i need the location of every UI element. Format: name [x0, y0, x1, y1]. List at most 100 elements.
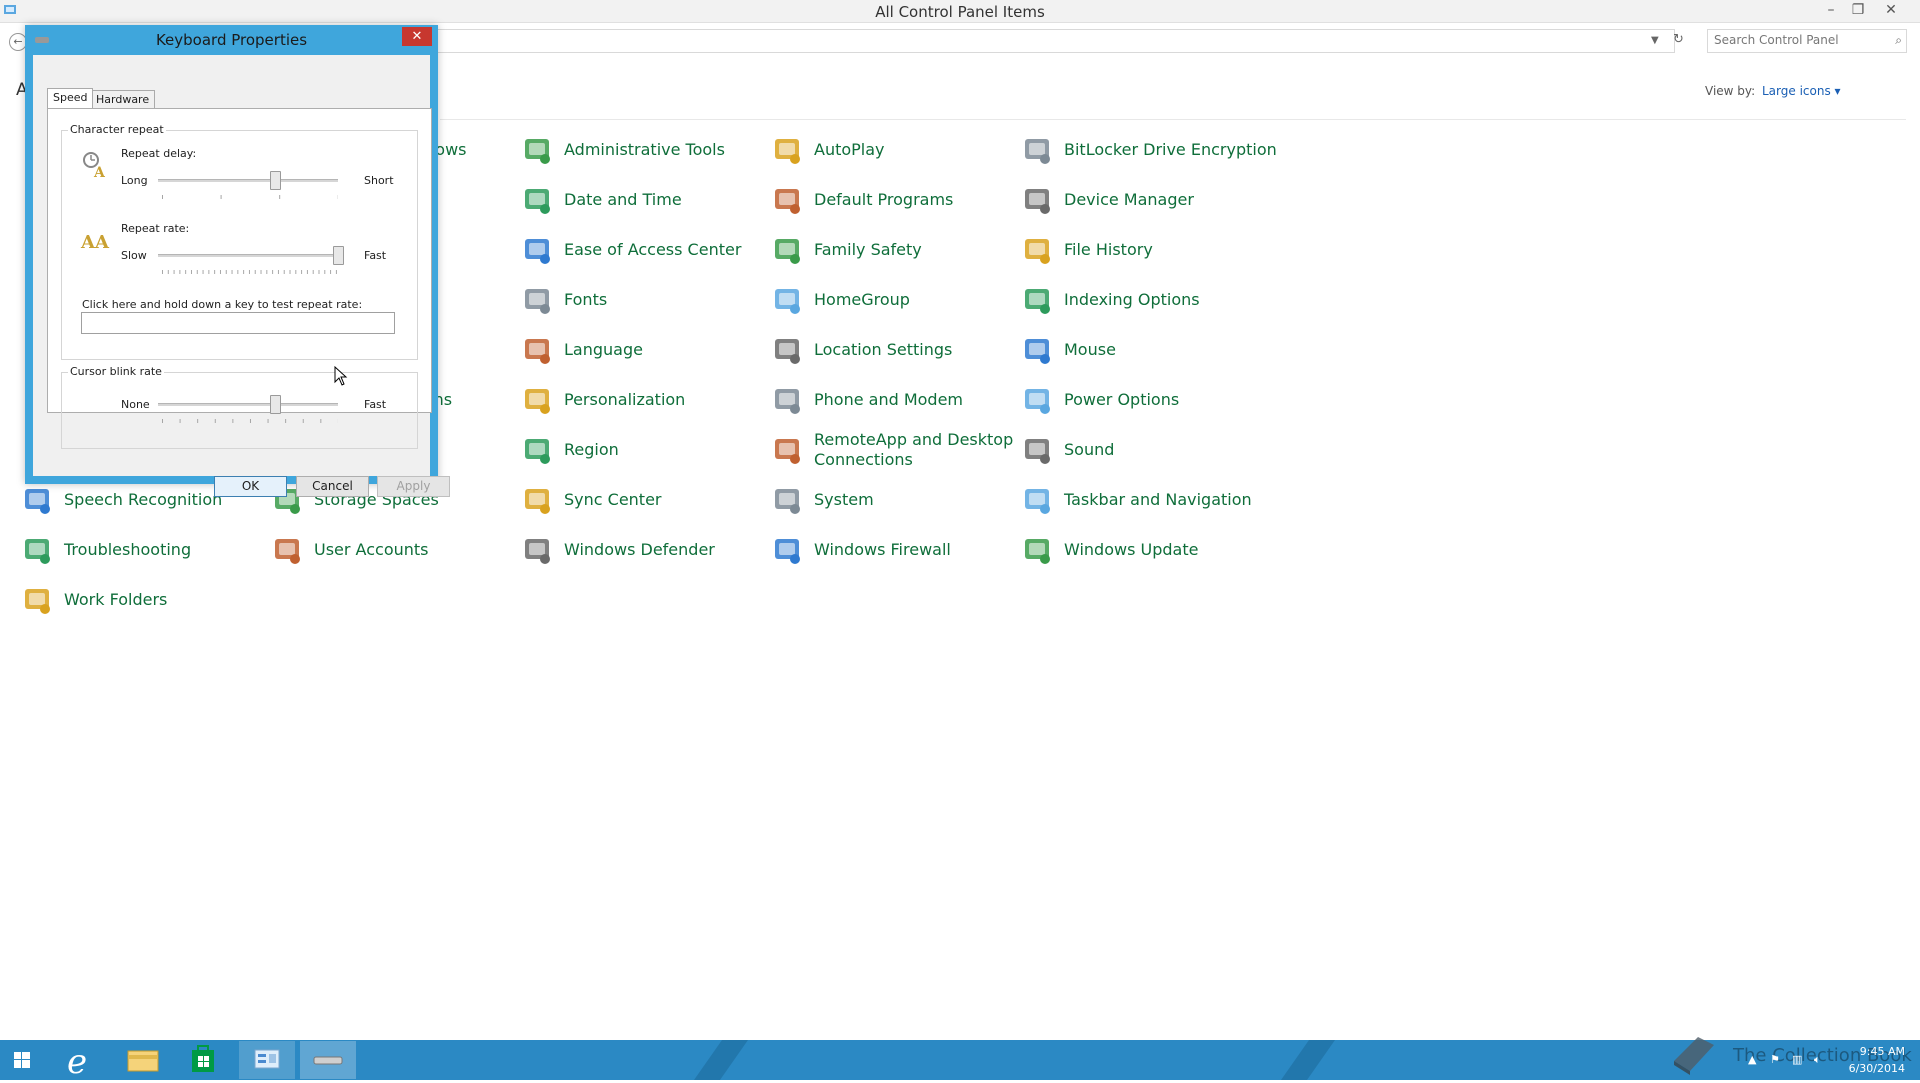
svg-text:A: A — [93, 165, 106, 180]
address-bar[interactable] — [420, 29, 1675, 53]
control-panel-item[interactable]: Administrative Tools — [520, 130, 725, 170]
search-box[interactable]: ⌕ — [1707, 29, 1907, 53]
repeat-rate-label: Repeat rate: — [121, 222, 190, 235]
restore-button[interactable]: ❐ — [1845, 0, 1871, 20]
control-panel-item[interactable]: HomeGroup — [770, 280, 910, 320]
defender-icon — [520, 533, 554, 567]
search-input[interactable] — [1714, 33, 1884, 47]
clock-date[interactable]: 6/30/2014 — [1840, 1062, 1905, 1075]
control-panel-item-label: Date and Time — [564, 190, 682, 209]
location-icon — [770, 333, 804, 367]
control-panel-item[interactable]: Personalization — [520, 380, 685, 420]
control-panel-item[interactable]: Windows Firewall — [770, 530, 951, 570]
control-panel-item[interactable]: Speech Recognition — [20, 480, 222, 520]
control-panel-item[interactable]: Location Settings — [770, 330, 952, 370]
control-panel-item[interactable]: Default Programs — [770, 180, 953, 220]
device-manager-icon — [1020, 183, 1054, 217]
refresh-icon[interactable]: ↻ — [1673, 32, 1684, 47]
minimize-button[interactable]: – — [1818, 0, 1844, 20]
repeat-delay-icon: A — [83, 152, 106, 180]
control-panel-item[interactable]: Indexing Options — [1020, 280, 1200, 320]
tab-hardware[interactable]: Hardware — [90, 90, 156, 108]
control-panel-item[interactable]: BitLocker Drive Encryption — [1020, 130, 1277, 170]
cancel-button[interactable]: Cancel — [296, 476, 369, 497]
test-repeat-input[interactable] — [81, 312, 395, 334]
repeat-rate-ticks — [162, 270, 338, 274]
control-panel-item[interactable]: Troubleshooting — [20, 530, 191, 570]
chevron-down-icon[interactable]: ▼ — [1651, 35, 1659, 46]
dialog-client-area: Speed Hardware Character repeat A Repeat… — [33, 55, 450, 497]
control-panel-item[interactable]: Windows Defender — [520, 530, 715, 570]
taskbar-stripe — [1280, 1040, 1336, 1080]
volume-icon[interactable]: 🔈︎ — [1814, 1053, 1821, 1067]
control-panel-item[interactable]: System — [770, 480, 874, 520]
taskbar: e — [0, 1040, 1920, 1082]
control-panel-item[interactable]: Windows Update — [1020, 530, 1198, 570]
system-icon — [770, 483, 804, 517]
control-panel-item-label: Speech Recognition — [64, 490, 223, 509]
repeat-delay-max-label: Short — [364, 174, 394, 187]
control-panel-item[interactable]: Mouse — [1020, 330, 1116, 370]
ease-of-access-icon — [520, 233, 554, 267]
homegroup-icon — [770, 283, 804, 317]
cursor-blink-slider[interactable] — [270, 395, 281, 414]
dialog-close-button[interactable]: ✕ — [402, 27, 432, 46]
store-icon — [192, 1045, 214, 1072]
action-center-flag-icon[interactable]: ⚑ — [1770, 1053, 1780, 1066]
control-panel-item[interactable]: File History — [1020, 230, 1153, 270]
control-panel-item[interactable]: Ease of Access Center — [520, 230, 741, 270]
default-programs-icon — [770, 183, 804, 217]
control-panel-item[interactable]: AutoPlay — [770, 130, 885, 170]
phone-modem-icon — [770, 383, 804, 417]
control-panel-item[interactable]: Date and Time — [520, 180, 682, 220]
control-panel-item[interactable]: Taskbar and Navigation — [1020, 480, 1252, 520]
keyboard-icon — [313, 1056, 343, 1065]
network-icon[interactable]: ▥ — [1792, 1053, 1802, 1066]
family-safety-icon — [770, 233, 804, 267]
control-panel-item-label: BitLocker Drive Encryption — [1064, 140, 1277, 159]
control-panel-item[interactable]: Language — [520, 330, 643, 370]
cursor-blink-max-label: Fast — [364, 398, 387, 411]
fonts-icon — [520, 283, 554, 317]
taskbar-ie-button[interactable]: e — [53, 1041, 109, 1082]
apply-button[interactable]: Apply — [377, 476, 450, 497]
bitlocker-icon — [1020, 133, 1054, 167]
repeat-rate-min-label: Slow — [121, 249, 147, 262]
control-panel-item-label: Work Folders — [64, 590, 168, 609]
control-panel-item[interactable]: Region — [520, 430, 619, 470]
taskbar-explorer-button[interactable] — [114, 1041, 170, 1079]
control-panel-item[interactable]: Work Folders — [20, 580, 167, 620]
window-title: All Control Panel Items — [875, 3, 1045, 21]
control-panel-item[interactable]: Fonts — [520, 280, 607, 320]
taskbar-control-panel-button[interactable] — [239, 1041, 295, 1079]
search-icon[interactable]: ⌕ — [1895, 33, 1902, 48]
view-by-label: View by: — [1705, 84, 1756, 98]
view-by-dropdown[interactable]: Large icons ▾ — [1762, 84, 1841, 98]
control-panel-item[interactable]: Phone and Modem — [770, 380, 963, 420]
control-panel-item-label: Power Options — [1064, 390, 1180, 409]
control-panel-item-label: HomeGroup — [814, 290, 910, 309]
ok-button[interactable]: OK — [214, 476, 287, 497]
repeat-delay-slider[interactable] — [270, 171, 281, 190]
control-panel-item-label: Sync Center — [564, 490, 662, 509]
taskbar-store-button[interactable] — [175, 1041, 231, 1079]
repeat-rate-slider[interactable] — [333, 246, 344, 265]
cursor-blink-track — [158, 403, 338, 406]
control-panel-item[interactable]: Power Options — [1020, 380, 1179, 420]
taskbar-keyboard-button[interactable] — [300, 1041, 356, 1079]
tab-speed[interactable]: Speed — [47, 88, 94, 108]
control-panel-item[interactable]: Device Manager — [1020, 180, 1194, 220]
control-panel-item[interactable]: RemoteApp and Desktop Connections — [770, 430, 1013, 470]
control-panel-item[interactable]: Sync Center — [520, 480, 662, 520]
control-panel-item[interactable]: User Accounts — [270, 530, 429, 570]
control-panel-item[interactable]: Sound — [1020, 430, 1114, 470]
close-window-button[interactable]: ✕ — [1878, 0, 1904, 20]
clock-time[interactable]: 9:45 AM — [1855, 1045, 1905, 1058]
speech-icon — [20, 483, 54, 517]
start-button[interactable] — [0, 1041, 56, 1079]
tray-up-arrow-icon[interactable]: ▲ — [1748, 1053, 1756, 1066]
admin-tools-icon — [520, 133, 554, 167]
window-title-bar: All Control Panel Items – ❐ ✕ — [0, 0, 1920, 23]
control-panel-item-label: Location Settings — [814, 340, 953, 359]
control-panel-item[interactable]: Family Safety — [770, 230, 922, 270]
